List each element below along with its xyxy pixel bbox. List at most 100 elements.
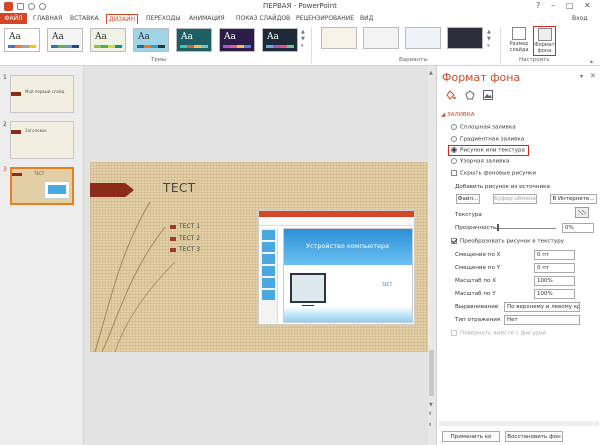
transparency-label: Прозрачность — [455, 225, 497, 231]
tab-slideshow[interactable]: ПОКАЗ СЛАЙДОВ — [236, 13, 290, 24]
variants-scroll-icon[interactable]: ▲ ▼ ▾ — [487, 29, 491, 50]
scrollbar-thumb[interactable] — [429, 350, 434, 396]
radio-label: Узорная заливка — [460, 158, 510, 165]
tile-picture-checkbox[interactable]: Преобразовать рисунок в текстуру — [451, 238, 564, 245]
radio-solid-fill[interactable]: Сплошная заливка — [451, 124, 516, 131]
rotate-with-shape-checkbox[interactable]: Повернуть вместе с фигурой — [451, 330, 546, 337]
radio-button-icon — [451, 158, 457, 164]
ribbon-separator — [311, 27, 312, 63]
theme-preview-text: Aa — [9, 32, 21, 42]
computer-monitor-icon — [290, 273, 326, 303]
theme-3[interactable]: Aa — [90, 28, 126, 52]
pane-horizontal-scrollbar[interactable] — [439, 421, 599, 426]
format-background-button[interactable]: Формат фона — [533, 26, 556, 56]
theme-preview-text: Aa — [181, 32, 193, 42]
thumbnail-number: 3 — [3, 166, 7, 173]
checkbox-icon — [451, 330, 457, 336]
slide-thumbnail-1[interactable]: Мой первый слайд — [10, 75, 74, 113]
tab-transitions[interactable]: ПЕРЕХОДЫ — [146, 13, 181, 24]
reset-background-button[interactable]: Восстановить фон — [505, 431, 563, 442]
scale-x-input[interactable]: 100% — [534, 276, 575, 286]
variants-group-label: Варианты — [399, 57, 428, 63]
title-bar: ПЕРВАЯ - PowerPoint ? – □ ✕ — [0, 0, 600, 13]
slide-thumbnail-2[interactable]: Заголовок — [10, 121, 74, 159]
theme-office[interactable]: Aa — [4, 28, 40, 52]
radio-pattern-fill[interactable]: Узорная заливка — [451, 158, 509, 165]
offset-x-input[interactable]: 0 пт — [534, 250, 575, 260]
apply-to-all-button[interactable]: Применить ко всем — [442, 431, 500, 445]
tab-view[interactable]: ВИД — [360, 13, 373, 24]
prev-slide-icon[interactable]: ⇞ — [428, 411, 432, 417]
file-button[interactable]: Файл... — [456, 194, 480, 204]
radio-button-icon — [451, 147, 457, 153]
variant-2[interactable] — [363, 27, 399, 49]
tab-insert[interactable]: ВСТАВКА — [70, 13, 99, 24]
themes-scroll-icon[interactable]: ▲ ▼ ▾ — [301, 29, 305, 50]
pane-options-dropdown[interactable]: ▾ — [580, 73, 583, 80]
radio-gradient-fill[interactable]: Градиентная заливка — [451, 136, 524, 143]
clipboard-button[interactable]: Буфер обмена — [493, 194, 537, 204]
tab-file[interactable]: ФАЙЛ — [0, 13, 27, 24]
theme-5[interactable]: Aa — [176, 28, 212, 52]
checkbox-label: Преобразовать рисунок в текстуру — [460, 238, 564, 245]
texture-picker-button[interactable] — [575, 207, 589, 218]
collapse-ribbon-icon[interactable]: ▴ — [590, 58, 593, 65]
scale-x-label: Масштаб по X — [455, 278, 497, 284]
vertical-scrollbar[interactable]: ▲ ▼ ⇞ ⇟ — [428, 66, 436, 445]
hide-background-graphics-checkbox[interactable]: Скрыть фоновые рисунки — [451, 170, 536, 177]
theme-preview-text: Aa — [267, 32, 279, 42]
variant-1[interactable] — [321, 27, 357, 49]
transparency-slider[interactable] — [496, 228, 556, 229]
window-title: ПЕРВАЯ - PowerPoint — [263, 2, 337, 10]
texture-label: Текстура — [455, 212, 482, 218]
bullet-text: ТЕСТ 2 — [179, 235, 201, 242]
next-slide-icon[interactable]: ⇟ — [428, 422, 432, 428]
pane-close-button[interactable]: ✕ — [590, 72, 596, 80]
radio-label: Рисунок или текстура — [460, 147, 525, 154]
slide-bullet[interactable]: ТЕСТ 2 — [170, 235, 200, 242]
theme-4[interactable]: Aa — [133, 28, 169, 52]
checkbox-icon — [451, 170, 457, 176]
slide-size-button[interactable]: Размер слайда — [507, 26, 531, 56]
alignment-select[interactable]: По верхнему и левому краю — [504, 302, 580, 312]
format-background-pane: Формат фона ▾ ✕ ◢ ЗАЛИВКА Сплошная залив… — [436, 66, 600, 445]
theme-2[interactable]: Aa — [47, 28, 83, 52]
mirror-type-select[interactable]: Нет — [504, 315, 580, 325]
slide-picture[interactable]: Устройство компьютера ТЕСТ — [258, 210, 415, 325]
fill-bucket-icon[interactable] — [445, 90, 456, 100]
format-background-label: Формат фона — [534, 42, 555, 54]
tab-home[interactable]: ГЛАВНАЯ — [33, 13, 62, 24]
slide-thumbnail-3[interactable]: ТЕСТ — [10, 167, 74, 205]
theme-7[interactable]: Aa — [262, 28, 298, 52]
themes-group-label: Темы — [151, 57, 167, 63]
theme-preview-text: Aa — [138, 32, 150, 42]
radio-button-icon — [451, 136, 457, 142]
slide-title[interactable]: ТЕСТ — [163, 181, 196, 195]
scale-y-input[interactable]: 100% — [534, 289, 575, 299]
checkbox-label: Повернуть вместе с фигурой — [460, 330, 546, 337]
fill-section-header[interactable]: ◢ ЗАЛИВКА — [441, 112, 475, 118]
close-button[interactable]: ✕ — [584, 1, 591, 10]
tab-animation[interactable]: АНИМАЦИЯ — [189, 13, 225, 24]
tab-review[interactable]: РЕЦЕНЗИРОВАНИЕ — [296, 13, 354, 24]
transparency-slider-handle[interactable] — [497, 224, 499, 231]
offset-y-input[interactable]: 0 пт — [534, 263, 575, 273]
transparency-input[interactable]: 0% — [562, 223, 594, 233]
minimize-button[interactable]: – — [551, 1, 555, 10]
thumbnail-number: 2 — [3, 121, 7, 128]
effects-pentagon-icon[interactable] — [465, 90, 475, 100]
radio-picture-or-texture[interactable]: Рисунок или текстура — [448, 145, 529, 156]
maximize-button[interactable]: □ — [566, 1, 574, 10]
slide-bullet[interactable]: ТЕСТ 3 — [170, 246, 200, 253]
theme-6[interactable]: Aa — [219, 28, 255, 52]
thumbnail-number: 1 — [3, 74, 7, 81]
sign-in-link[interactable]: Вход — [572, 13, 588, 24]
insert-picture-from-label: Добавить рисунок из источника — [455, 184, 550, 190]
online-button[interactable]: В Интернете... — [550, 194, 597, 204]
help-button[interactable]: ? — [536, 1, 540, 10]
variant-4[interactable] — [447, 27, 483, 49]
slide-bullet[interactable]: ТЕСТ 1 — [170, 223, 200, 230]
variant-3[interactable] — [405, 27, 441, 49]
slide-size-icon — [512, 27, 526, 40]
picture-icon[interactable] — [483, 90, 493, 100]
